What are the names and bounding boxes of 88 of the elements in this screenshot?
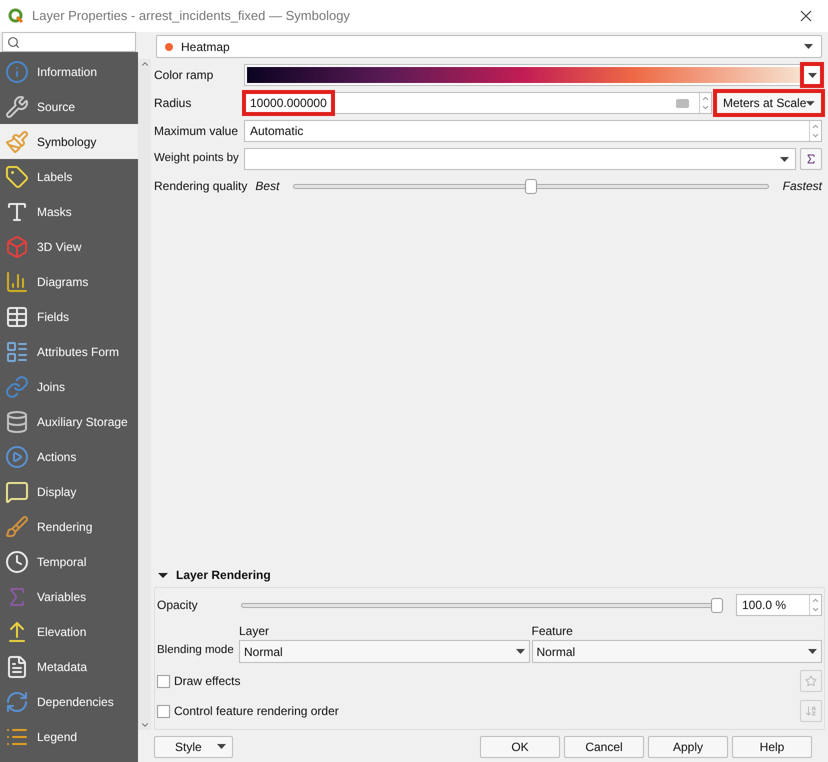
field-label: Radius <box>154 95 192 112</box>
caret-icon <box>804 44 813 49</box>
sidebar-item[interactable]: Source <box>0 89 138 124</box>
caret-icon <box>808 72 817 78</box>
category-icon <box>5 444 29 468</box>
sort-icon <box>805 705 817 717</box>
sidebar-item[interactable]: Elevation <box>0 614 138 649</box>
category-icon <box>5 410 29 434</box>
weight-field-dropdown[interactable] <box>244 148 796 170</box>
sidebar-item[interactable]: Information <box>0 54 138 89</box>
sidebar-item[interactable]: Display <box>0 474 138 509</box>
renderer-dropdown[interactable]: Heatmap <box>156 35 822 58</box>
category-icon <box>5 270 29 294</box>
dialog-button[interactable]: Help <box>732 736 812 758</box>
category-icon <box>5 94 29 118</box>
maximum-value-field[interactable]: Automatic <box>244 120 822 142</box>
sidebar-item[interactable]: Temporal <box>0 544 138 579</box>
sidebar-item[interactable]: Legend <box>0 719 138 754</box>
category-icon <box>5 550 29 574</box>
tool-button[interactable] <box>800 670 822 692</box>
dialog-button[interactable]: Cancel <box>564 736 644 758</box>
checkbox-label: Control feature rendering order <box>174 703 340 720</box>
slider-thumb[interactable] <box>711 598 723 612</box>
sidebar-item[interactable]: Symbology <box>0 124 138 159</box>
close-icon[interactable] <box>800 10 812 22</box>
field-label: Layer <box>239 623 270 640</box>
sidebar-item[interactable]: Auxiliary Storage <box>0 404 138 439</box>
dialog-button[interactable]: OK <box>480 736 560 758</box>
category-icon <box>5 340 29 364</box>
sidebar-item[interactable]: Actions <box>0 439 138 474</box>
sidebar-item[interactable]: Masks <box>0 194 138 229</box>
category-icon <box>5 60 29 84</box>
blend-dropdown[interactable]: Normal <box>532 640 822 663</box>
field-label: Weight points by <box>154 151 240 166</box>
style-button[interactable]: Style <box>154 736 233 758</box>
caret-icon <box>806 100 815 106</box>
checkbox[interactable] <box>157 674 170 688</box>
field-label: Color ramp <box>154 67 214 84</box>
tool-button[interactable] <box>800 700 822 722</box>
sidebar-item[interactable]: Joins <box>0 369 138 404</box>
category-icon <box>5 690 29 714</box>
category-icon <box>5 130 29 154</box>
slider-max-label: Fastest <box>782 178 822 195</box>
search-field[interactable] <box>2 32 136 52</box>
unit-dropdown[interactable]: Meters at Scale <box>716 92 822 114</box>
expression-button[interactable] <box>800 148 822 170</box>
sidebar-item[interactable]: Rendering <box>0 509 138 544</box>
category-icon <box>5 654 29 678</box>
star-icon <box>805 675 817 687</box>
sidebar-item[interactable]: Variables <box>0 579 138 614</box>
sidebar-item[interactable]: Metadata <box>0 649 138 684</box>
sidebar-item[interactable]: Attributes Form <box>0 334 138 369</box>
color-ramp-button[interactable] <box>244 64 822 86</box>
sidebar-item[interactable]: Diagrams <box>0 264 138 299</box>
checkbox[interactable] <box>157 704 170 718</box>
app-logo-icon <box>8 8 24 24</box>
caret-icon <box>780 156 789 162</box>
field-label: Maximum value <box>154 123 240 140</box>
window-title: Layer Properties - arrest_incidents_fixed — Symbology <box>32 7 351 26</box>
category-icon <box>5 480 29 504</box>
blend-dropdown[interactable]: Normal <box>239 640 530 663</box>
field-label: Blending mode <box>157 642 235 658</box>
sidebar-item[interactable]: 3D View <box>0 229 138 264</box>
checkbox-label: Draw effects <box>174 673 242 690</box>
category-icon <box>5 164 29 188</box>
field-label: Rendering quality <box>154 178 248 195</box>
slider-min-label: Best <box>255 178 280 195</box>
sidebar-item[interactable]: Labels <box>0 159 138 194</box>
field-label: Feature <box>532 623 574 640</box>
sidebar-item[interactable]: Dependencies <box>0 684 138 719</box>
caret-icon <box>516 649 524 654</box>
caret-icon <box>217 744 226 749</box>
ramp-dropdown-button[interactable] <box>803 65 821 85</box>
field-label: Opacity <box>157 597 199 614</box>
scrollbar[interactable] <box>138 59 151 730</box>
category-icon <box>5 374 29 398</box>
opacity-spinbox[interactable]: 100.0 % <box>736 594 822 616</box>
spin-arrows-icon <box>809 595 821 615</box>
category-icon <box>5 234 29 258</box>
category-icon <box>5 514 29 538</box>
slider-thumb[interactable] <box>525 178 538 194</box>
dialog-button[interactable]: Apply <box>648 736 728 758</box>
sidebar-item[interactable]: Fields <box>0 299 138 334</box>
section-header[interactable]: Layer Rendering <box>154 563 825 587</box>
caret-icon <box>808 649 817 654</box>
search-icon <box>7 36 20 48</box>
category-icon <box>5 304 29 328</box>
spin-arrows-icon <box>809 121 821 141</box>
